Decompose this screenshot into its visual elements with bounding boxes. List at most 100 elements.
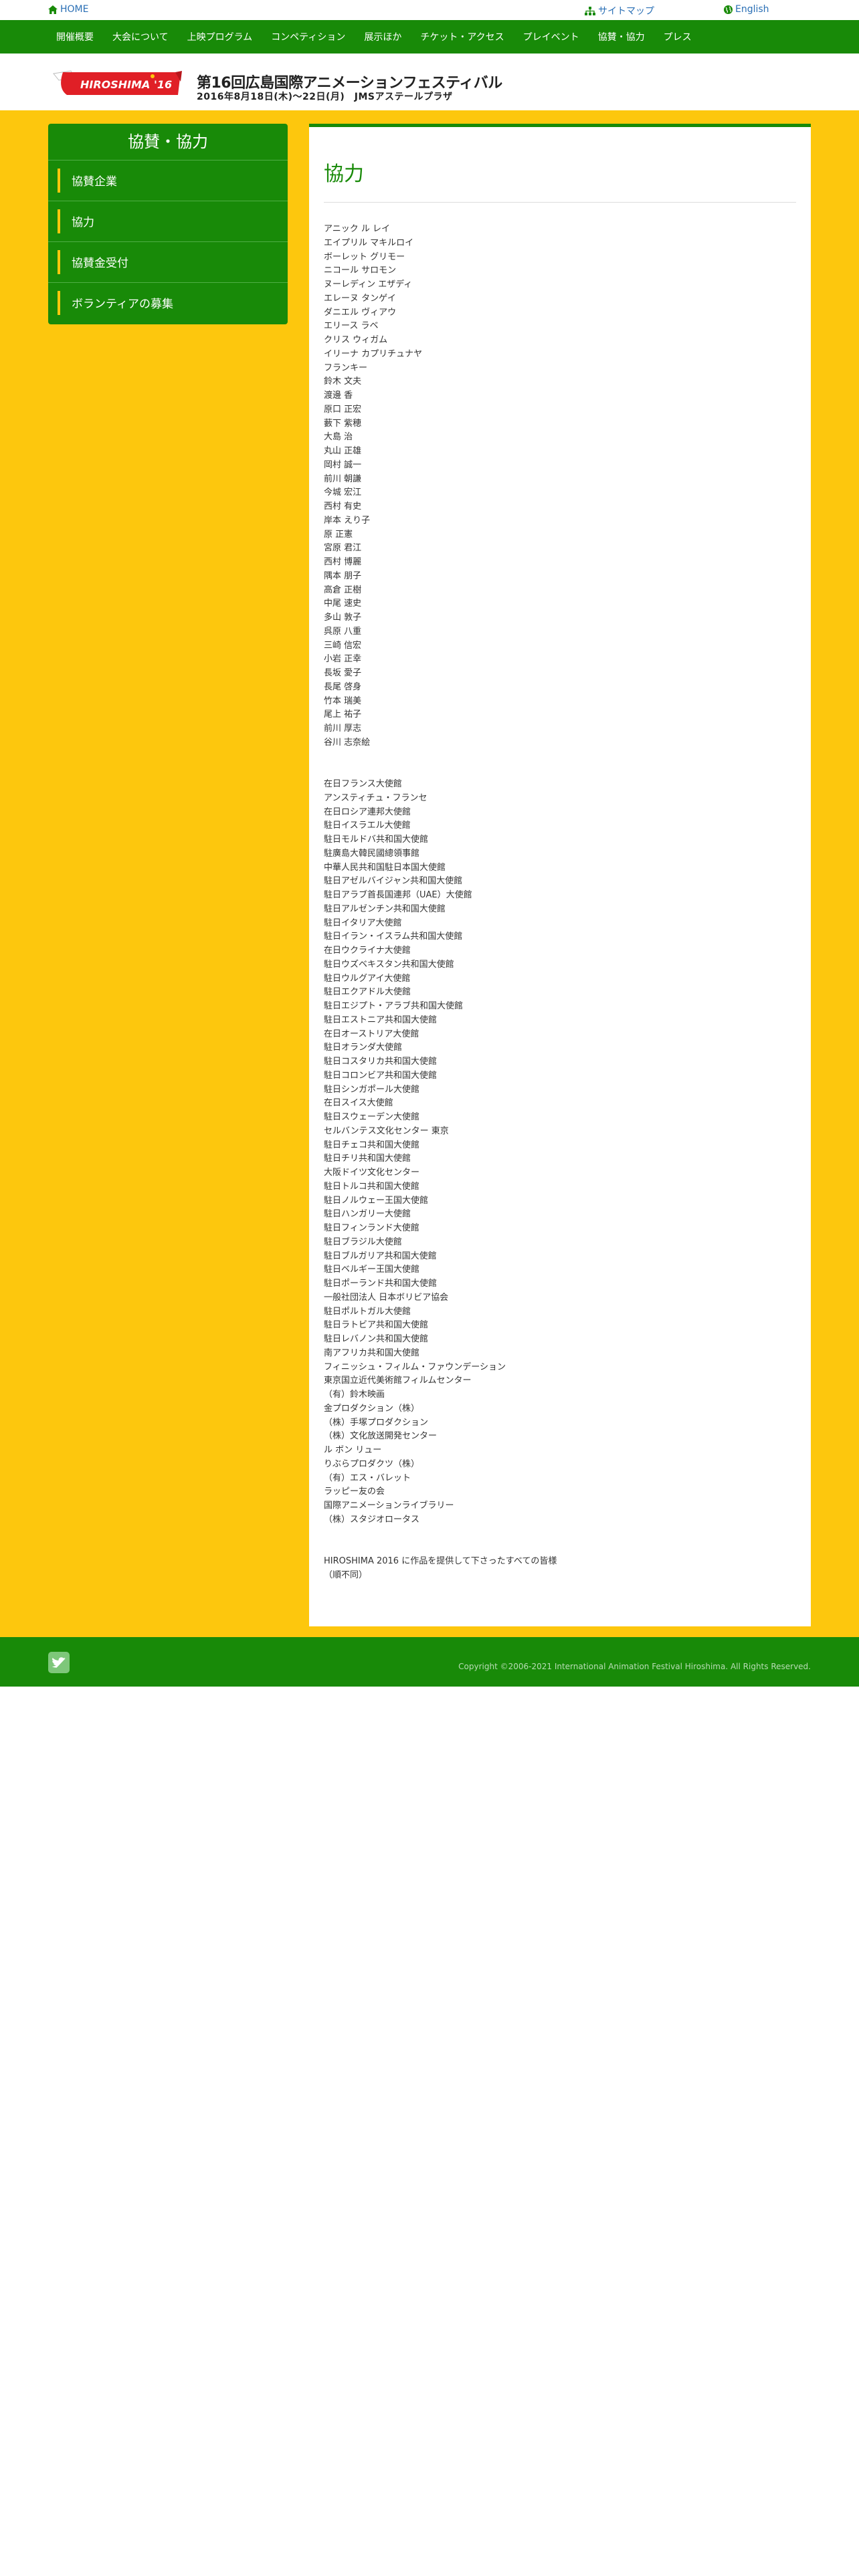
cooperating-organization: （株）手塚プロダクション [324, 1417, 429, 1428]
cooperating-organization: 在日ウクライナ大使館 [324, 946, 411, 956]
cooperating-organization: 在日ロシア連邦大使館 [324, 807, 411, 817]
sidebar-item-marker [58, 291, 60, 315]
cooperating-organization: 駐日ベルギー王国大使館 [324, 1265, 420, 1275]
cooperating-organization: 南アフリカ共和国大使館 [324, 1348, 420, 1358]
cooperating-organization: 駐日ラトビア共和国大使館 [324, 1320, 429, 1331]
cooperating-organization: （株）文化放送開発センター [324, 1431, 438, 1442]
cooperating-organization: 駐日ノルウェー王国大使館 [324, 1195, 429, 1206]
cooperator-name: 隅本 朋子 [324, 570, 362, 581]
sidebar-item-cooperation[interactable]: 協力 [48, 201, 288, 242]
cooperator-name: エリース ラベ [324, 321, 379, 332]
sidebar-item-label: 協賛金受付 [72, 257, 128, 270]
cooperator-name: 谷川 志奈絵 [324, 737, 371, 748]
closing-line: HIROSHIMA 2016 に作品を提供して下さったすべての皆様 [324, 1556, 557, 1566]
cooperator-name: 長坂 愛子 [324, 668, 362, 678]
nav-item-competition[interactable]: コンペティション [271, 30, 345, 43]
cooperating-organization: 在日オーストリア大使館 [324, 1029, 419, 1039]
cooperator-name: エイプリル マキルロイ [324, 237, 414, 248]
cooperator-name: エレーヌ タンゲイ [324, 293, 396, 304]
cooperating-organization: 駐日トルコ共和国大使館 [324, 1181, 419, 1192]
home-icon [48, 5, 58, 14]
cooperating-organization: 駐日ハンガリー大使館 [324, 1209, 411, 1220]
english-link[interactable]: English [724, 4, 769, 15]
twitter-link[interactable] [48, 1652, 70, 1673]
cooperating-organization: 駐日チリ共和国大使館 [324, 1154, 411, 1164]
sidebar-item-label: 協賛企業 [72, 175, 117, 189]
cooperating-organization: アンスティチュ・フランセ [324, 792, 427, 803]
footer: Copyright ©2006-2021 International Anima… [0, 1637, 859, 1687]
cooperator-name: 長尾 啓身 [324, 681, 362, 692]
nav-item-exhibitions[interactable]: 展示ほか [364, 30, 401, 43]
cooperating-organization: 在日スイス大使館 [324, 1098, 393, 1109]
cooperating-organization: 大阪ドイツ文化センター [324, 1168, 420, 1178]
sidebar-title: 協賛・協力 [48, 124, 288, 160]
top-bar: HOME サイトマップ English [0, 0, 859, 20]
cooperator-name: フランキー [324, 362, 368, 373]
sidebar-item-sponsors[interactable]: 協賛企業 [48, 160, 288, 201]
cooperating-organization: 駐日コスタリカ共和国大使館 [324, 1057, 438, 1067]
cooperating-organization: 駐日アゼルバイジャン共和国大使館 [324, 876, 463, 887]
cooperator-name: 原口 正宏 [324, 404, 362, 415]
english-link-label: English [735, 4, 769, 15]
home-link[interactable]: HOME [48, 4, 88, 15]
nav-item-overview[interactable]: 開催概要 [56, 30, 94, 43]
cooperating-organization: 駐日アラブ首長国連邦（UAE）大使館 [324, 890, 472, 900]
cooperator-name: ヌーレディン エザディ [324, 280, 413, 290]
cooperator-name: 原 正憲 [324, 529, 353, 540]
cooperator-name: 宮原 君江 [324, 543, 362, 554]
nav-item-sponsors[interactable]: 協賛・協力 [598, 30, 645, 43]
cooperating-organization: 駐日ポルトガル大使館 [324, 1306, 411, 1317]
cooperator-name: 西村 有史 [324, 502, 362, 512]
sidebar-item-marker [58, 169, 60, 193]
people-list: アニック ル レイ エイプリル マキルロイ ボーレット グリモー ニコール サロモンヌ… [324, 223, 792, 750]
cooperating-organization: 一般社団法人 日本ボリビア協会 [324, 1292, 449, 1303]
main-content: 協力 アニック ル レイ エイプリル マキルロイ ボーレット グリモー ニコール サロ… [309, 124, 811, 1626]
cooperator-name: 鈴木 文夫 [324, 377, 362, 387]
cooperating-organization: 国際アニメーションライブラリー [324, 1501, 454, 1511]
cooperating-organization: ラッピー友の会 [324, 1487, 385, 1497]
sitemap-link[interactable]: サイトマップ [585, 4, 654, 17]
festival-dates: 2016年8月18日(木)〜22日(月) JMSアステールプラザ [197, 92, 453, 102]
nav-item-programs[interactable]: 上映プログラム [187, 30, 253, 43]
closing-line: （順不同） [324, 1570, 368, 1580]
cooperating-organization: 駐日スウェーデン大使館 [324, 1112, 420, 1122]
cooperator-name: ニコール サロモン [324, 265, 397, 276]
sitemap-icon [585, 6, 595, 15]
nav-item-tickets-access[interactable]: チケット・アクセス [420, 30, 504, 43]
nav-item-press[interactable]: プレス [664, 30, 692, 43]
cooperator-name: 竹本 瑞美 [324, 695, 362, 706]
festival-logo-text: HIROSHIMA '16 [80, 78, 172, 91]
nav-item-about[interactable]: 大会について [112, 30, 169, 43]
cooperating-organization: 在日フランス大使館 [324, 779, 402, 789]
nav-item-pre-event[interactable]: プレイベント [523, 30, 579, 43]
twitter-icon [52, 1657, 66, 1668]
copyright-text: Copyright ©2006-2021 International Anima… [458, 1662, 811, 1671]
cooperating-organization: 駐日シンガポール大使館 [324, 1084, 420, 1095]
cooperating-organization: （有）鈴木映画 [324, 1390, 385, 1400]
cooperator-name: 前川 厚志 [324, 724, 362, 734]
cooperating-organization: （株）スタジオロータス [324, 1514, 420, 1525]
festival-logo[interactable]: HIROSHIMA '16 [51, 68, 183, 98]
globe-icon [724, 5, 733, 14]
cooperating-organization: 中華人民共和国駐日本国大使館 [324, 862, 446, 873]
cooperating-organization: 東京国立近代美術館フィルムセンター [324, 1376, 472, 1386]
sidebar: 協賛・協力 協賛企業 協力 協賛金受付 ボランティアの募集 [48, 124, 288, 324]
cooperator-name: 岸本 えり子 [324, 515, 371, 526]
cooperator-name: 前川 朝謙 [324, 473, 362, 484]
home-link-label: HOME [60, 4, 89, 15]
cooperating-organization: 駐廣島大韓民國總領事館 [324, 848, 420, 859]
cooperating-organization: りぶらプロダクツ（株） [324, 1459, 420, 1469]
cooperator-name: 呉原 八重 [324, 626, 362, 637]
cooperating-organization: 駐日イタリア大使館 [324, 918, 402, 928]
sidebar-item-label: 協力 [72, 216, 94, 229]
cooperating-organization: 駐日エストニア共和国大使館 [324, 1014, 438, 1025]
cooperating-organization: 駐日フィンランド大使館 [324, 1223, 419, 1233]
cooperation-list: アニック ル レイ エイプリル マキルロイ ボーレット グリモー ニコール サロモンヌ… [324, 223, 792, 1583]
page-title: 協力 [324, 163, 364, 186]
sidebar-item-donations[interactable]: 協賛金受付 [48, 242, 288, 283]
cooperating-organization: 駐日オランダ大使館 [324, 1043, 403, 1053]
cooperating-organization: 駐日モルドバ共和国大使館 [324, 835, 429, 845]
sidebar-item-volunteers[interactable]: ボランティアの募集 [48, 283, 288, 323]
cooperating-organization: フィニッシュ・フィルム・ファウンデーション [324, 1362, 506, 1372]
